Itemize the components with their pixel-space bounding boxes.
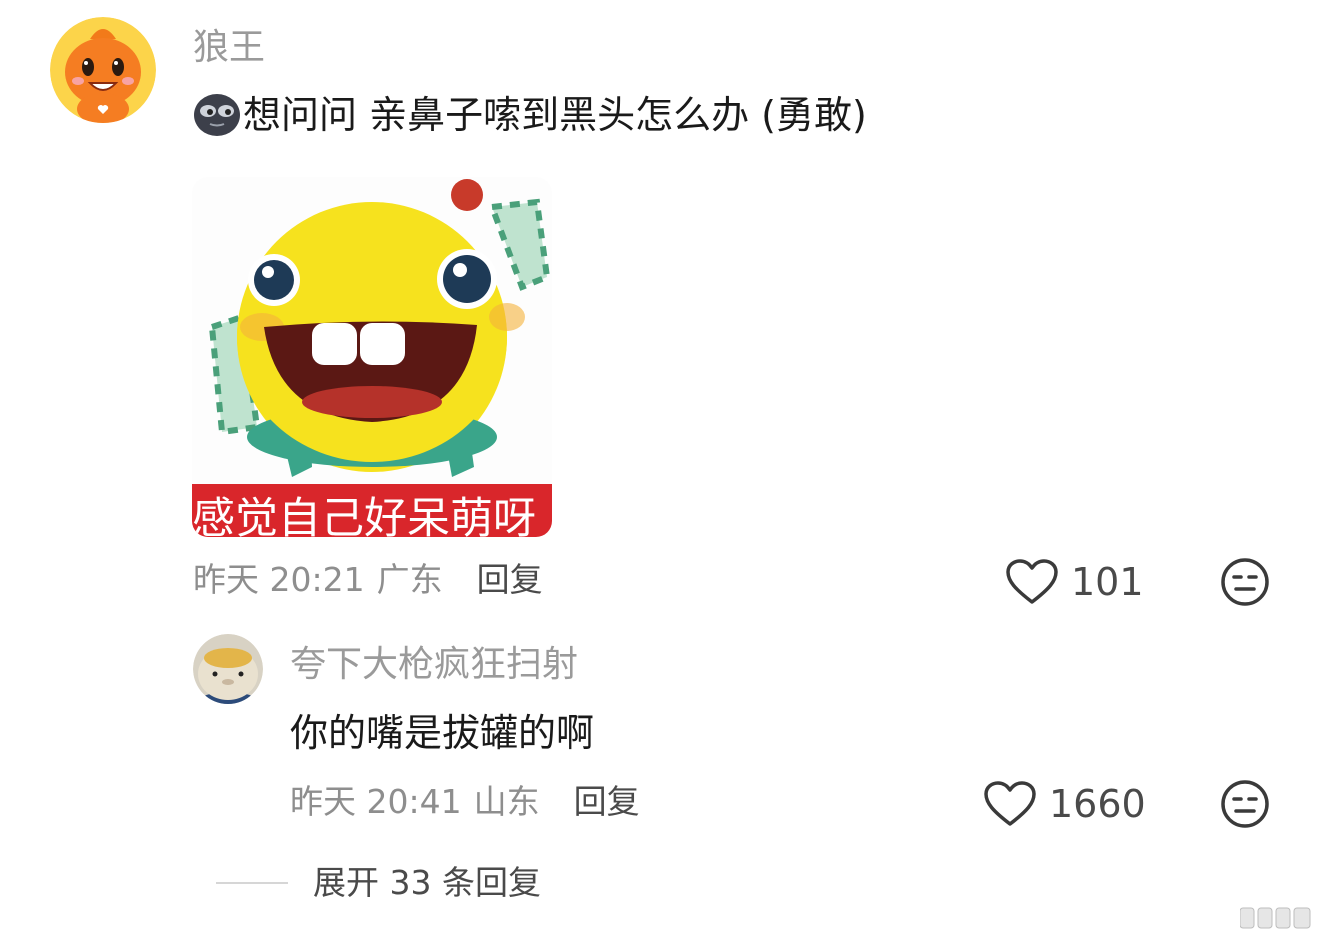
reply-location: 山东 <box>473 782 540 821</box>
comment-sticker-image[interactable]: 感觉自己好呆萌呀 <box>192 177 552 537</box>
heart-icon <box>1005 558 1059 606</box>
comment-reply-button[interactable]: 回复 <box>477 563 543 596</box>
comment-text: 想问问 亲鼻子嗦到黑头怎么办 (勇敢) <box>243 93 867 137</box>
heart-icon <box>983 780 1037 828</box>
neutral-face-icon <box>1221 558 1269 606</box>
sticker-caption: 感觉自己好呆萌呀 <box>192 494 536 538</box>
reply-text: 你的嘴是拔罐的啊 <box>290 711 595 755</box>
reply-like-button[interactable]: 1660 <box>983 780 1146 828</box>
comment-username[interactable]: 狼王 <box>193 30 265 66</box>
dark-face-emoji-icon <box>193 93 241 137</box>
expand-replies-button[interactable]: 展开 33 条回复 <box>313 866 541 899</box>
reply-dislike-button[interactable] <box>1220 779 1270 829</box>
comment-avatar[interactable] <box>50 17 156 123</box>
sticker-graphic <box>192 177 552 537</box>
reply-meta: 昨天 20:41 山东 回复 <box>290 785 640 818</box>
comment-meta: 昨天 20:21 广东 回复 <box>193 563 543 596</box>
comment-like-button[interactable]: 101 <box>1005 558 1144 606</box>
comment-avatar-image <box>50 17 156 123</box>
reply-avatar[interactable] <box>193 634 263 704</box>
reply-time: 昨天 20:41 <box>290 782 462 821</box>
comment-time: 昨天 20:21 <box>193 560 365 599</box>
reply-like-count: 1660 <box>1049 782 1146 826</box>
neutral-face-icon <box>1221 780 1269 828</box>
reply-reply-button[interactable]: 回复 <box>574 785 640 818</box>
reply-avatar-image <box>193 634 263 704</box>
comment-text-line: 想问问 亲鼻子嗦到黑头怎么办 (勇敢) <box>193 93 867 137</box>
watermark-icon <box>1239 904 1312 932</box>
expand-divider-line <box>216 882 288 884</box>
comment-dislike-button[interactable] <box>1220 557 1270 607</box>
comment-location: 广东 <box>376 560 443 599</box>
reply-username[interactable]: 夸下大枪疯狂扫射 <box>290 647 578 683</box>
sticker-caption-banner: 感觉自己好呆萌呀 <box>192 484 552 537</box>
comment-like-count: 101 <box>1071 560 1144 604</box>
